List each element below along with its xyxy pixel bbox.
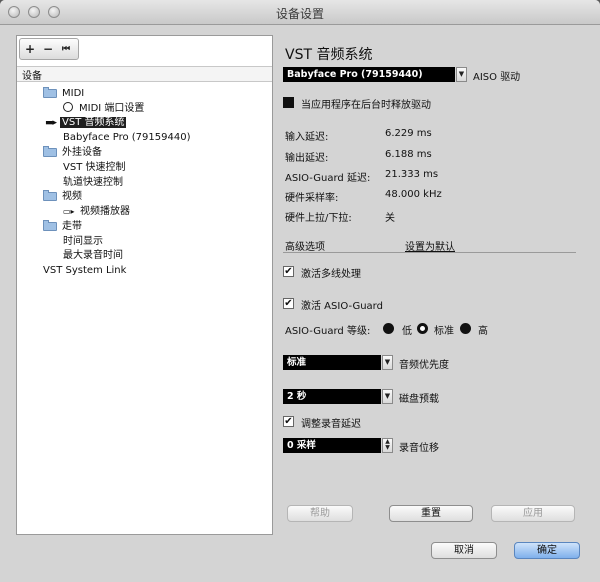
driver-type-label: AISO 驱动 — [473, 72, 521, 83]
multiprocessing-label: 激活多线处理 — [301, 269, 361, 280]
folder-icon — [43, 146, 57, 157]
pull-up-down-value: 关 — [385, 213, 395, 224]
tree-item-vst-audio-system[interactable]: ▬▸ VST 音频系统 — [45, 116, 127, 130]
tree-item-video[interactable]: 视频 — [43, 190, 82, 204]
tree-item-time-display[interactable]: 时间显示 — [63, 235, 103, 249]
chevron-down-icon[interactable]: ▼ — [382, 389, 393, 404]
tree-toolbar: + − ⏮ — [19, 38, 79, 60]
title-bar: 设备设置 — [0, 0, 600, 25]
folder-icon — [43, 190, 57, 201]
tree-item-track-quick-controls[interactable]: 轨道快速控制 — [63, 176, 123, 190]
add-button[interactable]: + — [23, 42, 37, 56]
asio-guard-checkbox[interactable]: ✔ — [283, 298, 294, 309]
tree-item-midi-port-settings[interactable]: MIDI 端口设置 — [63, 102, 144, 116]
output-latency-value: 6.188 ms — [385, 149, 432, 160]
asio-guard-label: 激活 ASIO-Guard — [301, 301, 383, 312]
tree-item-external-devices[interactable]: 外挂设备 — [43, 146, 102, 160]
chevron-down-icon[interactable]: ▼ — [456, 67, 467, 82]
help-button[interactable]: 帮助 — [287, 505, 353, 522]
window-title: 设备设置 — [275, 7, 324, 21]
tree-item-transport[interactable]: 走带 — [43, 220, 82, 234]
release-driver-label: 当应用程序在后台时释放驱动 — [301, 100, 431, 111]
reset-defaults-link[interactable]: 设置为默认 — [405, 238, 455, 253]
tree-item-max-record-time[interactable]: 最大录音时间 — [63, 249, 123, 263]
tree-item-vst-quick-controls[interactable]: VST 快速控制 — [63, 161, 125, 175]
record-offset-input[interactable]: 0 采样 — [283, 438, 381, 453]
output-latency-label: 输出延迟: — [285, 153, 329, 164]
adjust-latency-label: 调整录音延迟 — [301, 419, 361, 430]
audio-icon: ▬▸ — [45, 118, 57, 128]
asio-guard-level-label: ASIO-Guard 等级: — [285, 326, 371, 337]
tree-header: 设备 — [17, 66, 272, 82]
level-normal-radio[interactable] — [417, 323, 428, 334]
ok-button[interactable]: 确定 — [514, 542, 580, 559]
level-normal-label: 标准 — [434, 326, 454, 337]
input-latency-value: 6.229 ms — [385, 128, 432, 139]
divider — [283, 252, 576, 253]
multiprocessing-checkbox[interactable]: ✔ — [283, 266, 294, 277]
record-offset-label: 录音位移 — [399, 443, 439, 454]
preload-label: 磁盘预载 — [399, 394, 439, 405]
reset-device-button[interactable]: ⏮ — [59, 42, 73, 56]
adjust-latency-checkbox[interactable]: ✔ — [283, 416, 294, 427]
input-latency-label: 输入延迟: — [285, 132, 329, 143]
pull-up-down-label: 硬件上拉/下拉: — [285, 213, 352, 224]
advanced-options-label: 高级选项 — [285, 242, 325, 253]
reset-button[interactable]: 重置 — [389, 505, 473, 522]
priority-select[interactable]: 标准 — [283, 355, 381, 370]
priority-label: 音频优先度 — [399, 360, 449, 371]
asio-guard-latency-value: 21.333 ms — [385, 169, 439, 180]
stepper-icon[interactable]: ▲ ▼ — [382, 438, 393, 453]
release-driver-checkbox[interactable] — [283, 97, 294, 108]
driver-select[interactable]: Babyface Pro (79159440) — [283, 67, 455, 82]
sample-rate-label: 硬件采样率: — [285, 193, 339, 204]
tree-item-video-player[interactable]: ▭▸ 视频播放器 — [63, 205, 130, 219]
remove-button[interactable]: − — [41, 42, 55, 56]
device-settings-window: 设备设置 + − ⏮ 设备 MIDI MIDI 端口设置 ▬▸ VST 音频系统 … — [0, 0, 600, 582]
tree-item-midi[interactable]: MIDI — [43, 87, 84, 101]
cancel-button[interactable]: 取消 — [431, 542, 497, 559]
tree-header-label: 设备 — [22, 71, 42, 82]
sample-rate-value: 48.000 kHz — [385, 189, 442, 200]
folder-icon — [43, 87, 57, 98]
chevron-down-icon[interactable]: ▼ — [382, 355, 393, 370]
device-tree-panel: + − ⏮ 设备 MIDI MIDI 端口设置 ▬▸ VST 音频系统 Babyf… — [16, 35, 273, 535]
video-icon: ▭▸ — [63, 207, 75, 216]
level-high-radio[interactable] — [460, 323, 471, 334]
asio-guard-latency-label: ASIO-Guard 延迟: — [285, 173, 371, 184]
level-low-radio[interactable] — [383, 323, 394, 334]
apply-button[interactable]: 应用 — [491, 505, 575, 522]
level-low-label: 低 — [402, 326, 412, 337]
tree-item-vst-system-link[interactable]: VST System Link — [43, 264, 126, 278]
tree-item-babyface-pro[interactable]: Babyface Pro (79159440) — [63, 131, 190, 145]
midi-port-icon — [63, 102, 73, 112]
folder-icon — [43, 220, 57, 231]
preload-select[interactable]: 2 秒 — [283, 389, 381, 404]
panel-title: VST 音频系统 — [285, 47, 373, 63]
level-high-label: 高 — [478, 326, 488, 337]
